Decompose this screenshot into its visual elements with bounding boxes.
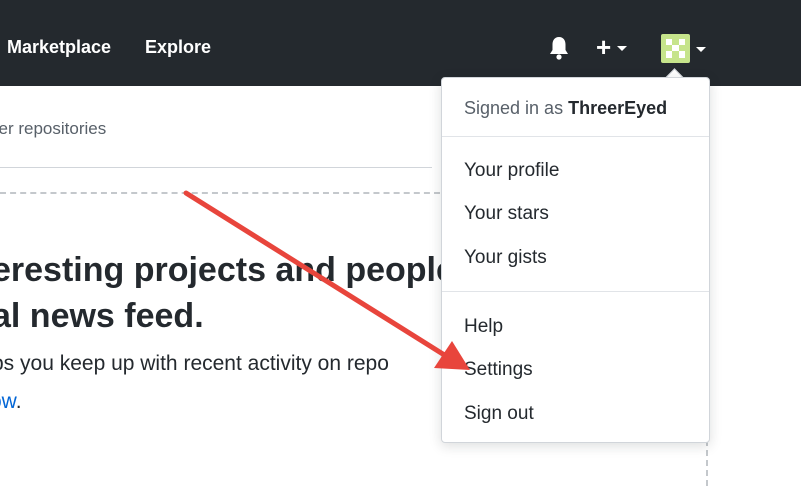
divider [0, 167, 432, 168]
menu-item-help[interactable]: Help [442, 308, 709, 346]
menu-item-sign-out[interactable]: Sign out [442, 395, 709, 433]
dropdown-divider [442, 136, 709, 137]
menu-item-your-stars[interactable]: Your stars [442, 195, 709, 233]
chevron-down-icon [696, 47, 706, 52]
follow-suffix: . [15, 390, 22, 413]
discover-repositories-text: ver repositories [0, 119, 107, 138]
user-dropdown-menu: Signed in as ThreerEyed Your profile You… [441, 77, 710, 443]
follow-text: ow. [0, 390, 22, 414]
user-menu-toggle[interactable] [661, 33, 706, 63]
username[interactable]: ThreerEyed [568, 98, 667, 118]
nav-marketplace-link[interactable]: Marketplace [7, 36, 111, 58]
follow-link[interactable]: ow [0, 390, 16, 413]
menu-item-settings[interactable]: Settings [442, 351, 709, 389]
hero-heading-line1: eresting projects and people [0, 251, 455, 289]
hero-heading-line2: al news feed. [0, 297, 204, 335]
menu-item-your-gists[interactable]: Your gists [442, 239, 709, 277]
nav-explore-link[interactable]: Explore [145, 36, 211, 58]
top-navbar: Marketplace Explore + [0, 0, 801, 86]
signed-in-as: Signed in as ThreerEyed [464, 98, 667, 119]
dashed-border [0, 192, 440, 194]
dropdown-divider [442, 291, 709, 292]
feed-description: ps you keep up with recent activity on r… [0, 352, 389, 375]
signed-in-prefix: Signed in as [464, 98, 564, 118]
avatar [661, 33, 690, 63]
bell-icon[interactable] [547, 35, 571, 61]
plus-icon: + [596, 32, 612, 62]
create-new-dropdown[interactable]: + [596, 32, 628, 62]
menu-item-your-profile[interactable]: Your profile [442, 152, 709, 190]
chevron-down-icon [617, 45, 628, 51]
